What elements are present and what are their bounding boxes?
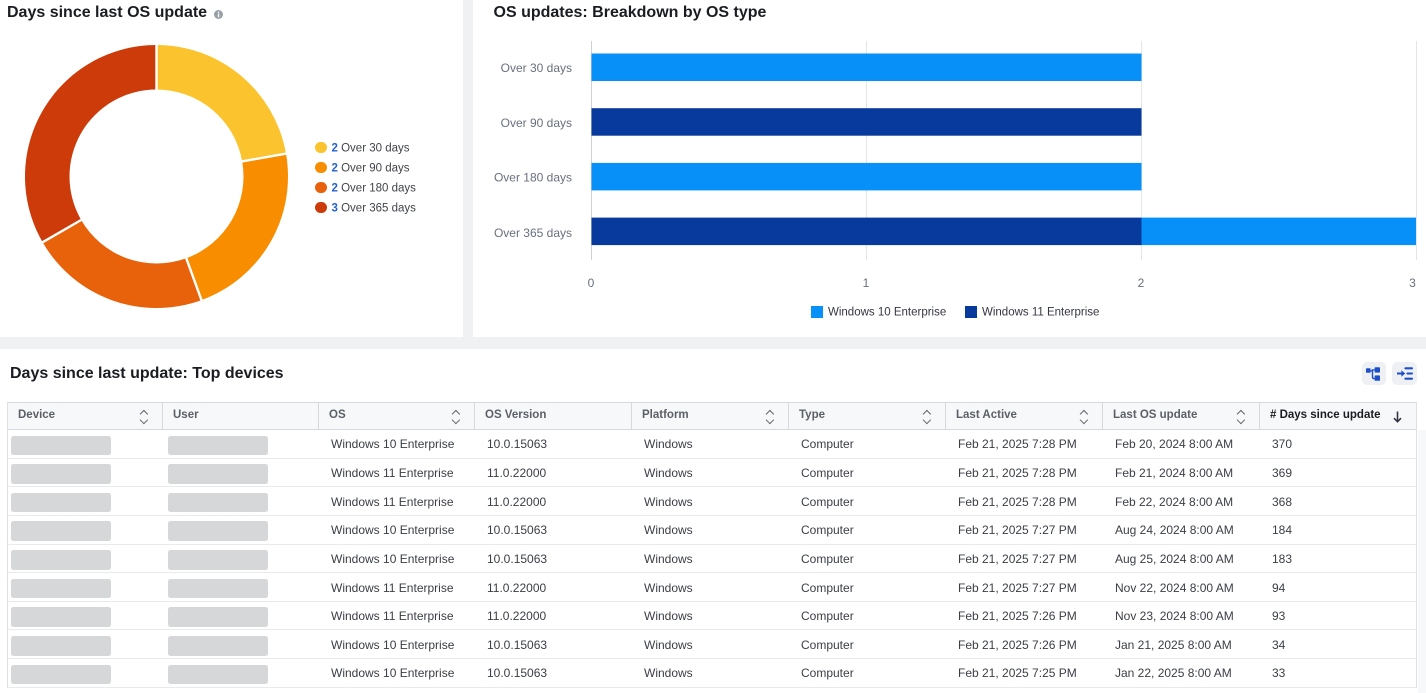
svg-text:Over 90 days: Over 90 days [501, 116, 572, 130]
svg-text:2: 2 [1138, 276, 1145, 290]
svg-text:Over 180 days: Over 180 days [494, 171, 572, 185]
svg-text:1: 1 [863, 276, 870, 290]
svg-text:Over 365 days: Over 365 days [494, 226, 572, 240]
svg-text:0: 0 [588, 276, 595, 290]
svg-text:Over 30 days: Over 30 days [501, 61, 572, 75]
svg-text:3: 3 [1409, 276, 1416, 290]
svg-text:Windows 11 Enterprise: Windows 11 Enterprise [982, 307, 1099, 319]
svg-text:Windows 10 Enterprise: Windows 10 Enterprise [828, 307, 946, 319]
